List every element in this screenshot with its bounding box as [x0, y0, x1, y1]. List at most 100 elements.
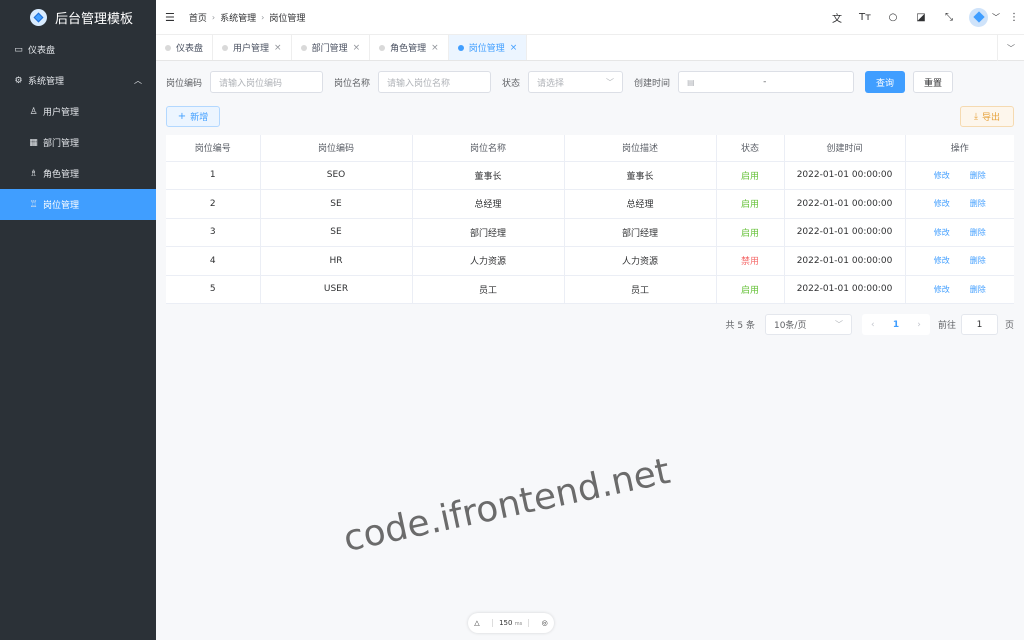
sidebar: 后台管理模板 ▭ 仪表盘 ⚙ 系统管理 ︿ ♙ 用户管理 ▦ 部门管理 ♗ 角色…	[0, 0, 156, 640]
tab-label: 用户管理	[233, 44, 270, 54]
cell-id: 1	[166, 161, 261, 190]
user-icon: ♙	[29, 106, 38, 117]
column-header: 操作	[905, 135, 1014, 162]
perf-unit: ms	[514, 621, 523, 627]
search-form: 岗位编码 请输入岗位编码 岗位名称 请输入岗位名称 状态 请选择 ﹀ 创建时间 …	[166, 71, 954, 93]
search-icon[interactable]: ○	[879, 12, 907, 23]
delete-button[interactable]: 删除	[970, 285, 986, 294]
prev-page-icon[interactable]: ‹	[871, 320, 875, 330]
close-icon[interactable]: ×	[431, 43, 439, 53]
tab-dashboard[interactable]: 仪表盘	[156, 35, 214, 60]
date-range-picker[interactable]: ▤ -	[678, 71, 855, 93]
code-input[interactable]: 请输入岗位编码	[210, 71, 324, 93]
cell-name: 总经理	[412, 189, 565, 219]
app-logo[interactable]: 后台管理模板	[0, 0, 156, 34]
cell-desc: 员工	[564, 275, 717, 304]
sidebar-item-label: 仪表盘	[28, 46, 56, 56]
tab-label: 仪表盘	[176, 44, 204, 54]
posts-table: 岗位编号 岗位编码 岗位名称 岗位描述 状态 创建时间 操作 1 SEO 董事长…	[166, 135, 1014, 304]
query-button[interactable]: 查询	[865, 71, 906, 93]
cell-code: SE	[260, 189, 413, 219]
perf-readout: 150 ms	[492, 619, 530, 627]
sidebar-item-departments[interactable]: ▦ 部门管理	[0, 127, 156, 158]
sidebar-item-label: 用户管理	[43, 108, 80, 118]
close-icon[interactable]: ×	[353, 43, 361, 53]
cell-id: 4	[166, 246, 261, 276]
add-button[interactable]: + 新增	[166, 106, 220, 127]
sidebar-item-dashboard[interactable]: ▭ 仪表盘	[0, 34, 156, 65]
export-button[interactable]: ⤓ 导出	[960, 106, 1014, 127]
cell-actions: 修改 删除	[905, 189, 1014, 219]
tag-dot	[222, 44, 229, 51]
plus-icon: +	[177, 111, 187, 122]
cell-id: 3	[166, 218, 261, 247]
delete-button[interactable]: 删除	[970, 171, 986, 180]
cell-name: 人力资源	[412, 246, 565, 276]
cell-name: 员工	[412, 275, 565, 304]
edit-button[interactable]: 修改	[934, 171, 950, 180]
tag-dot	[379, 44, 386, 51]
more-vertical-icon[interactable]: ⋮	[1004, 12, 1024, 23]
cell-actions: 修改 删除	[905, 218, 1014, 247]
close-icon[interactable]: ×	[510, 43, 518, 53]
edit-button[interactable]: 修改	[934, 256, 950, 265]
column-header: 岗位名称	[412, 135, 565, 162]
role-icon: ♗	[29, 168, 38, 179]
edit-button[interactable]: 修改	[934, 199, 950, 208]
tags-view: 仪表盘 用户管理 × 部门管理 × 角色管理 × 岗位管理 × ﹀	[156, 34, 1024, 61]
delete-button[interactable]: 删除	[970, 256, 986, 265]
breadcrumb-item[interactable]: 首页	[189, 11, 207, 24]
chevron-down-icon[interactable]: ﹀	[997, 35, 1024, 61]
sidebar-item-users[interactable]: ♙ 用户管理	[0, 96, 156, 127]
tab-departments[interactable]: 部门管理 ×	[292, 35, 371, 60]
theme-icon[interactable]: ◪	[907, 12, 935, 23]
perf-value: 150	[499, 619, 513, 627]
logo-icon	[30, 8, 47, 26]
edit-button[interactable]: 修改	[934, 228, 950, 237]
edit-button[interactable]: 修改	[934, 285, 950, 294]
font-size-icon[interactable]: Tт	[851, 12, 879, 23]
chevron-down-icon[interactable]: ﹀	[988, 12, 1004, 23]
tab-users[interactable]: 用户管理 ×	[213, 35, 292, 60]
goto-input[interactable]: 1	[960, 314, 998, 335]
target-icon[interactable]: ◎	[542, 619, 548, 627]
delete-button[interactable]: 删除	[970, 228, 986, 237]
chevron-right-icon: ›	[261, 12, 265, 22]
calendar-icon: ▤	[687, 77, 695, 87]
delete-button[interactable]: 删除	[970, 199, 986, 208]
download-icon: ⤓	[974, 111, 978, 122]
chevron-right-icon: ›	[211, 12, 216, 22]
app-title: 后台管理模板	[55, 11, 134, 27]
reset-button[interactable]: 重置	[913, 71, 954, 93]
fullscreen-icon[interactable]: ⤡	[935, 12, 963, 23]
tab-posts[interactable]: 岗位管理 ×	[448, 35, 528, 60]
sidebar-item-system[interactable]: ⚙ 系统管理 ︿	[0, 65, 156, 96]
range-separator: -	[763, 77, 767, 87]
sidebar-item-posts[interactable]: ♖ 岗位管理	[0, 189, 156, 220]
table-row: 5 USER 员工 员工 启用 2022-01-01 00:00:00 修改 删除	[166, 275, 1014, 304]
sidebar-item-roles[interactable]: ♗ 角色管理	[0, 158, 156, 189]
close-icon[interactable]: ×	[274, 43, 282, 53]
navbar-actions: 文 Tт ○ ◪ ⤡ ﹀ ⋮	[823, 0, 1024, 34]
post-icon: ♖	[29, 199, 38, 210]
avatar[interactable]	[969, 7, 988, 27]
chevron-down-icon: ﹀	[834, 320, 843, 329]
breadcrumb-item: 岗位管理	[269, 13, 306, 24]
translate-icon[interactable]: 文	[823, 10, 851, 25]
status-select[interactable]: 请选择 ﹀	[528, 71, 624, 93]
page-number-current[interactable]: 1	[893, 320, 899, 330]
page-size-select[interactable]: 10条/页 ﹀	[764, 314, 852, 335]
cell-id: 2	[166, 189, 261, 219]
cell-time: 2022-01-01 00:00:00	[784, 161, 906, 190]
cell-desc: 部门经理	[564, 218, 717, 247]
cell-code: SEO	[260, 161, 413, 190]
cell-status: 启用	[716, 275, 785, 304]
next-page-icon[interactable]: ›	[917, 320, 921, 330]
cell-code: USER	[260, 275, 413, 304]
hamburger-icon[interactable]: ☰	[165, 11, 175, 24]
breadcrumb-item[interactable]: 系统管理	[220, 11, 256, 24]
cell-time: 2022-01-01 00:00:00	[784, 275, 906, 304]
cell-name: 部门经理	[412, 218, 565, 247]
tab-roles[interactable]: 角色管理 ×	[370, 35, 449, 60]
name-input[interactable]: 请输入岗位名称	[378, 71, 492, 93]
